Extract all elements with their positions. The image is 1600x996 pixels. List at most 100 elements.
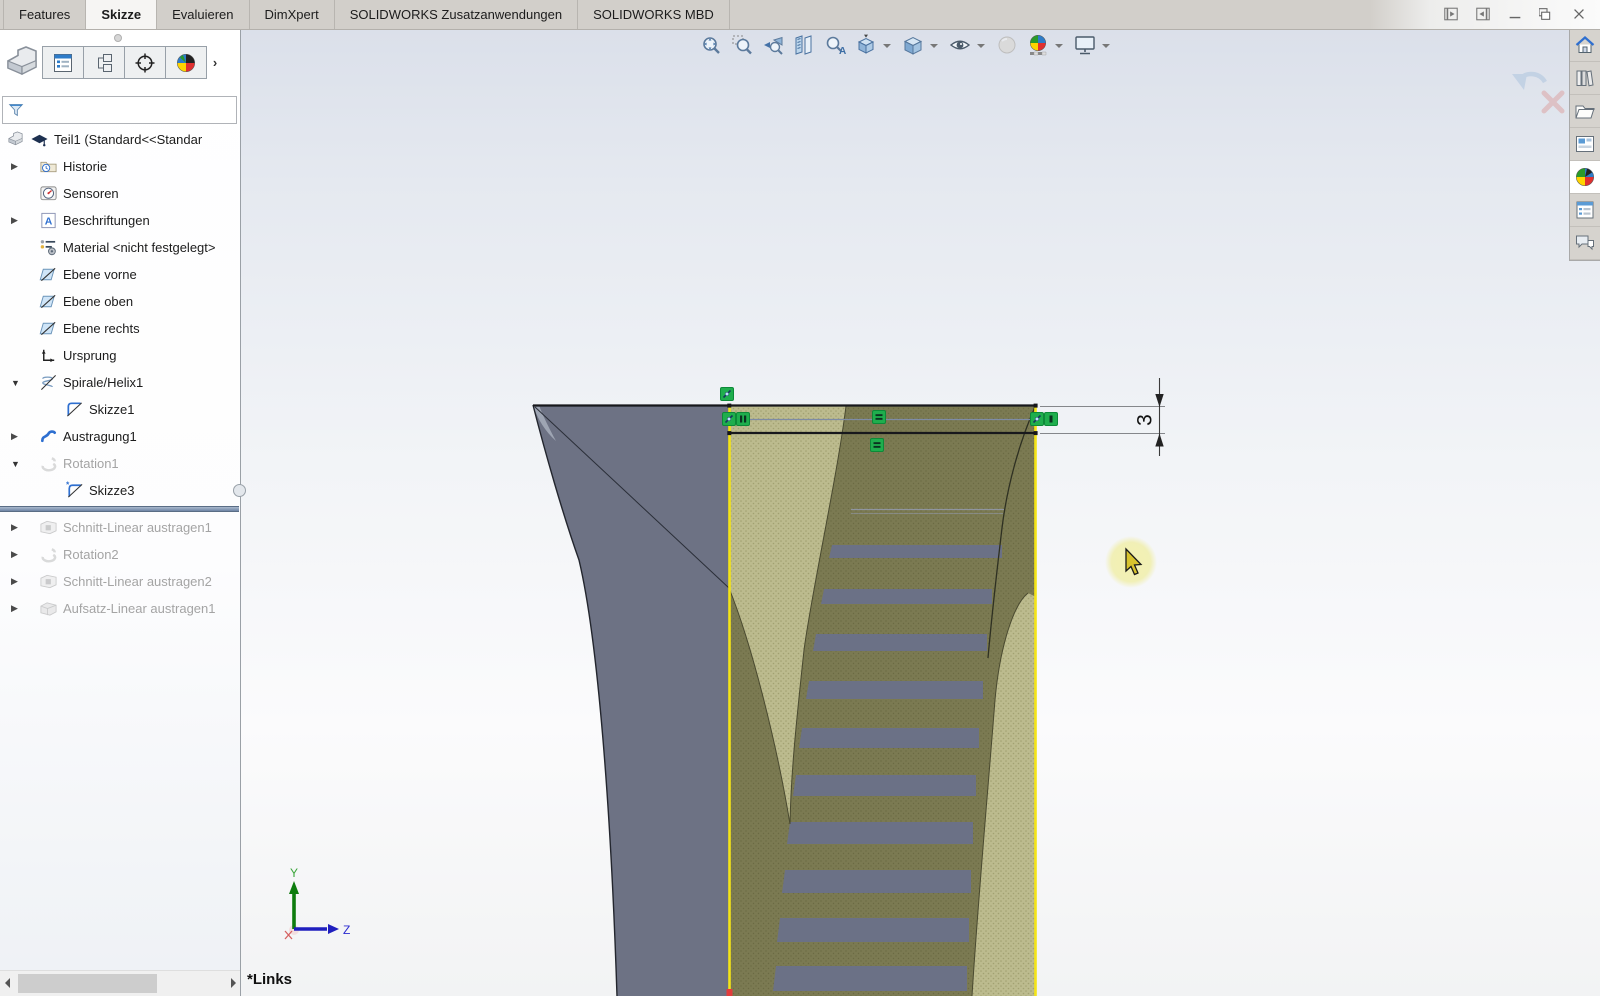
tree-item-skizze3[interactable]: *Skizze3 bbox=[0, 477, 239, 504]
expand-arrow[interactable]: ▶ bbox=[6, 431, 39, 442]
file-explorer-button[interactable] bbox=[1570, 95, 1600, 128]
tab-features[interactable]: Features bbox=[3, 0, 86, 29]
panel-tab-strip: › bbox=[2, 46, 223, 79]
tab-solidworks-mbd[interactable]: SOLIDWORKS MBD bbox=[578, 0, 730, 29]
zoom-to-fit-button[interactable] bbox=[696, 31, 726, 59]
edit-appearance-button[interactable] bbox=[992, 31, 1022, 59]
close-button[interactable] bbox=[1570, 5, 1588, 23]
tab-dimxpert[interactable]: DimXpert bbox=[250, 0, 335, 29]
tree-item-label: Schnitt-Linear austragen2 bbox=[63, 574, 212, 589]
tree-item-ebene-vorne[interactable]: Ebene vorne bbox=[0, 261, 239, 288]
tree-item-label: Ebene rechts bbox=[63, 321, 140, 336]
scrollbar-thumb[interactable] bbox=[18, 974, 157, 993]
tree-item-sensoren[interactable]: Sensoren bbox=[0, 180, 239, 207]
expand-arrow[interactable]: ▼ bbox=[6, 459, 39, 469]
minimize-button[interactable] bbox=[1506, 5, 1524, 23]
graphics-area[interactable] bbox=[240, 29, 1600, 996]
dropdown-caret[interactable] bbox=[883, 44, 891, 52]
filter-input[interactable] bbox=[29, 99, 236, 121]
expand-arrow[interactable]: ▶ bbox=[6, 549, 39, 560]
appearances-scenes-button[interactable] bbox=[1570, 161, 1600, 194]
tree-item-skizze1[interactable]: Skizze1 bbox=[0, 396, 239, 423]
svg-text:A: A bbox=[839, 46, 846, 57]
tree-item-label: Spirale/Helix1 bbox=[63, 375, 143, 390]
cap-icon bbox=[30, 130, 49, 149]
panel-splitter-handle[interactable] bbox=[233, 484, 246, 497]
expand-arrow[interactable]: ▶ bbox=[6, 522, 39, 533]
tree-item-spirale-helix1[interactable]: ▼ Spirale/Helix1 bbox=[0, 369, 239, 396]
panel-collapse-handle[interactable] bbox=[114, 34, 122, 42]
tab-evaluieren[interactable]: Evaluieren bbox=[157, 0, 249, 29]
sweep-icon bbox=[39, 427, 58, 446]
expand-tabs-button[interactable]: › bbox=[207, 46, 223, 79]
tab-label: Features bbox=[19, 7, 70, 22]
view-settings-button[interactable] bbox=[1070, 31, 1100, 59]
tree-item-historie[interactable]: ▶Historie bbox=[0, 153, 239, 180]
tree-item-label: Rotation2 bbox=[63, 547, 119, 562]
horizontal-scrollbar[interactable] bbox=[0, 970, 240, 996]
expand-arrow[interactable]: ▶ bbox=[6, 576, 39, 587]
tree-item-aufsatz-linear-austragen1[interactable]: ▶Aufsatz-Linear austragen1 bbox=[0, 595, 239, 622]
tree-item-austragung1[interactable]: ▶Austragung1 bbox=[0, 423, 239, 450]
history-icon bbox=[39, 157, 58, 176]
tab-label: DimXpert bbox=[265, 7, 319, 22]
configurationmanager-tab[interactable] bbox=[125, 46, 166, 79]
display-style-button[interactable] bbox=[898, 31, 928, 59]
tree-item-label: Ursprung bbox=[63, 348, 116, 363]
view-palette-button[interactable] bbox=[1570, 128, 1600, 161]
tree-item-rotation2[interactable]: ▶ Rotation2 bbox=[0, 541, 239, 568]
zoom-to-area-button[interactable] bbox=[727, 31, 757, 59]
scroll-left-arrow[interactable] bbox=[5, 978, 10, 988]
origin-icon bbox=[39, 346, 58, 365]
tree-item-label: Rotation1 bbox=[63, 456, 119, 471]
hide-show-items-button[interactable] bbox=[945, 31, 975, 59]
tree-item-material[interactable]: Material <nicht festgelegt> bbox=[0, 234, 239, 261]
tree-item-teil1[interactable]: Teil1 (Standard<<Standar bbox=[0, 126, 239, 153]
forum-button[interactable] bbox=[1570, 227, 1600, 260]
tree-item-beschriftungen[interactable]: ▶ABeschriftungen bbox=[0, 207, 239, 234]
tree-item-label: Ebene oben bbox=[63, 294, 133, 309]
annotation-view-button[interactable]: A bbox=[820, 31, 850, 59]
displaymanager-tab[interactable] bbox=[166, 46, 207, 79]
dropdown-caret[interactable] bbox=[977, 44, 985, 52]
dropdown-caret[interactable] bbox=[1102, 44, 1110, 52]
dropdown-caret[interactable] bbox=[930, 44, 938, 52]
custom-properties-button[interactable] bbox=[1570, 194, 1600, 227]
tab-solidworks-zusatzanwendungen[interactable]: SOLIDWORKS Zusatzanwendungen bbox=[335, 0, 578, 29]
collapse-pane-left-button[interactable] bbox=[1442, 5, 1460, 23]
view-orientation-button[interactable] bbox=[851, 31, 881, 59]
tree-item-schnitt-linear-austragen2[interactable]: ▶ Schnitt-Linear austragen2 bbox=[0, 568, 239, 595]
featuremanager-tree-tab[interactable] bbox=[42, 46, 84, 79]
tree-item-ebene-oben[interactable]: Ebene oben bbox=[0, 288, 239, 315]
home-button[interactable] bbox=[1570, 29, 1600, 62]
expand-arrow[interactable]: ▶ bbox=[6, 161, 39, 172]
rollback-bar[interactable] bbox=[0, 506, 239, 512]
tree-item-label: Teil1 (Standard<<Standar bbox=[54, 132, 202, 147]
tree-item-label: Ebene vorne bbox=[63, 267, 137, 282]
tree-item-label: Material <nicht festgelegt> bbox=[63, 240, 215, 255]
scroll-right-arrow[interactable] bbox=[231, 978, 236, 988]
tab-label: SOLIDWORKS MBD bbox=[593, 7, 714, 22]
tree-item-ursprung[interactable]: Ursprung bbox=[0, 342, 239, 369]
tree-item-rotation1[interactable]: ▼ Rotation1 bbox=[0, 450, 239, 477]
dropdown-caret[interactable] bbox=[1055, 44, 1063, 52]
propertymanager-tab[interactable] bbox=[84, 46, 125, 79]
section-view-button[interactable] bbox=[789, 31, 819, 59]
tree-item-schnitt-linear-austragen1[interactable]: ▶Schnitt-Linear austragen1 bbox=[0, 514, 239, 541]
previous-view-button[interactable] bbox=[758, 31, 788, 59]
expand-arrow[interactable]: ▶ bbox=[6, 603, 39, 614]
expand-arrow[interactable]: ▼ bbox=[6, 378, 39, 388]
tab-skizze[interactable]: Skizze bbox=[86, 0, 157, 29]
restore-button[interactable] bbox=[1538, 5, 1556, 23]
tree-item-label: Sensoren bbox=[63, 186, 119, 201]
helix-icon bbox=[39, 373, 58, 392]
annot-icon: A bbox=[39, 211, 58, 230]
model-tab[interactable] bbox=[2, 46, 42, 79]
collapse-pane-right-button[interactable] bbox=[1474, 5, 1492, 23]
plane-icon bbox=[39, 319, 58, 338]
expand-arrow[interactable]: ▶ bbox=[6, 215, 39, 226]
part-icon bbox=[6, 130, 25, 149]
apply-scene-button[interactable] bbox=[1023, 31, 1053, 59]
design-library-button[interactable] bbox=[1570, 62, 1600, 95]
tree-item-ebene-rechts[interactable]: Ebene rechts bbox=[0, 315, 239, 342]
